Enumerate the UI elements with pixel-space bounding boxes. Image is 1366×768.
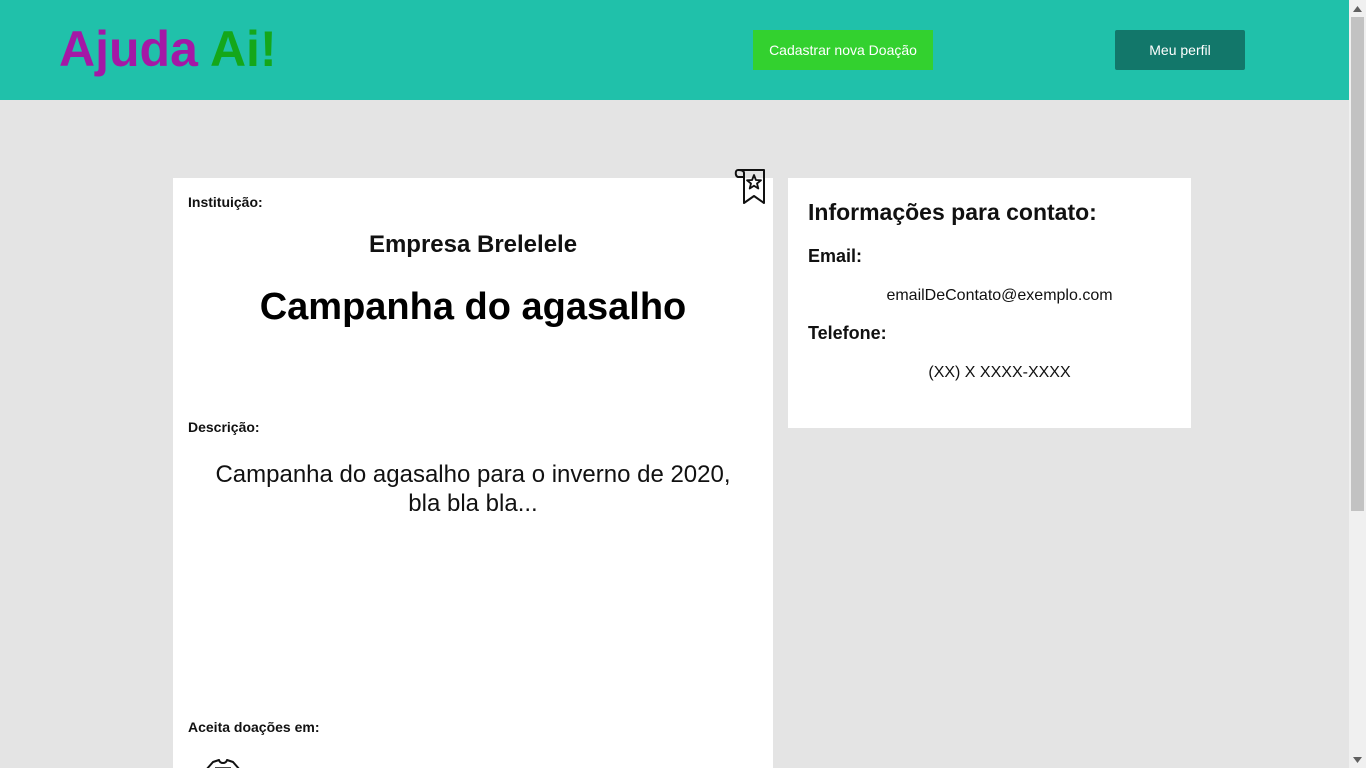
app-logo[interactable]: Ajuda Ai! — [59, 20, 277, 78]
accepts-donations-label: Aceita doações em: — [188, 719, 320, 735]
contact-card: Informações para contato: Email: emailDe… — [788, 178, 1191, 428]
campaign-title: Campanha do agasalho — [259, 286, 687, 328]
email-value: emailDeContato@exemplo.com — [886, 287, 1113, 304]
new-donation-button[interactable]: Cadastrar nova Doação — [753, 30, 933, 70]
email-label: Email: — [808, 246, 863, 266]
logo-part-ajuda: Ajuda — [59, 21, 198, 77]
description-label: Descrição: — [188, 419, 260, 435]
clothes-icon — [206, 759, 240, 768]
contact-title: Informações para contato: — [808, 199, 1097, 225]
campaign-card: Instituição: Empresa Brelelele Campanha … — [173, 169, 773, 768]
campaign-description: Campanha do agasalho para o inverno de 2… — [215, 461, 731, 517]
institution-name: Empresa Brelelele — [368, 231, 578, 258]
scroll-up-arrow-icon[interactable] — [1349, 0, 1366, 17]
scroll-down-arrow-icon[interactable] — [1349, 751, 1366, 768]
my-profile-button[interactable]: Meu perfil — [1115, 30, 1245, 70]
institution-label: Instituição: — [188, 194, 263, 210]
phone-label: Telefone: — [808, 323, 887, 343]
phone-value: (XX) X XXXX-XXXX — [928, 364, 1071, 381]
top-header: Ajuda Ai! Cadastrar nova Doação Meu perf… — [0, 0, 1349, 100]
scroll-thumb[interactable] — [1351, 17, 1364, 511]
bookmark-star-icon[interactable] — [734, 167, 768, 205]
vertical-scrollbar[interactable] — [1349, 0, 1366, 768]
logo-part-ai: Ai! — [209, 21, 277, 77]
